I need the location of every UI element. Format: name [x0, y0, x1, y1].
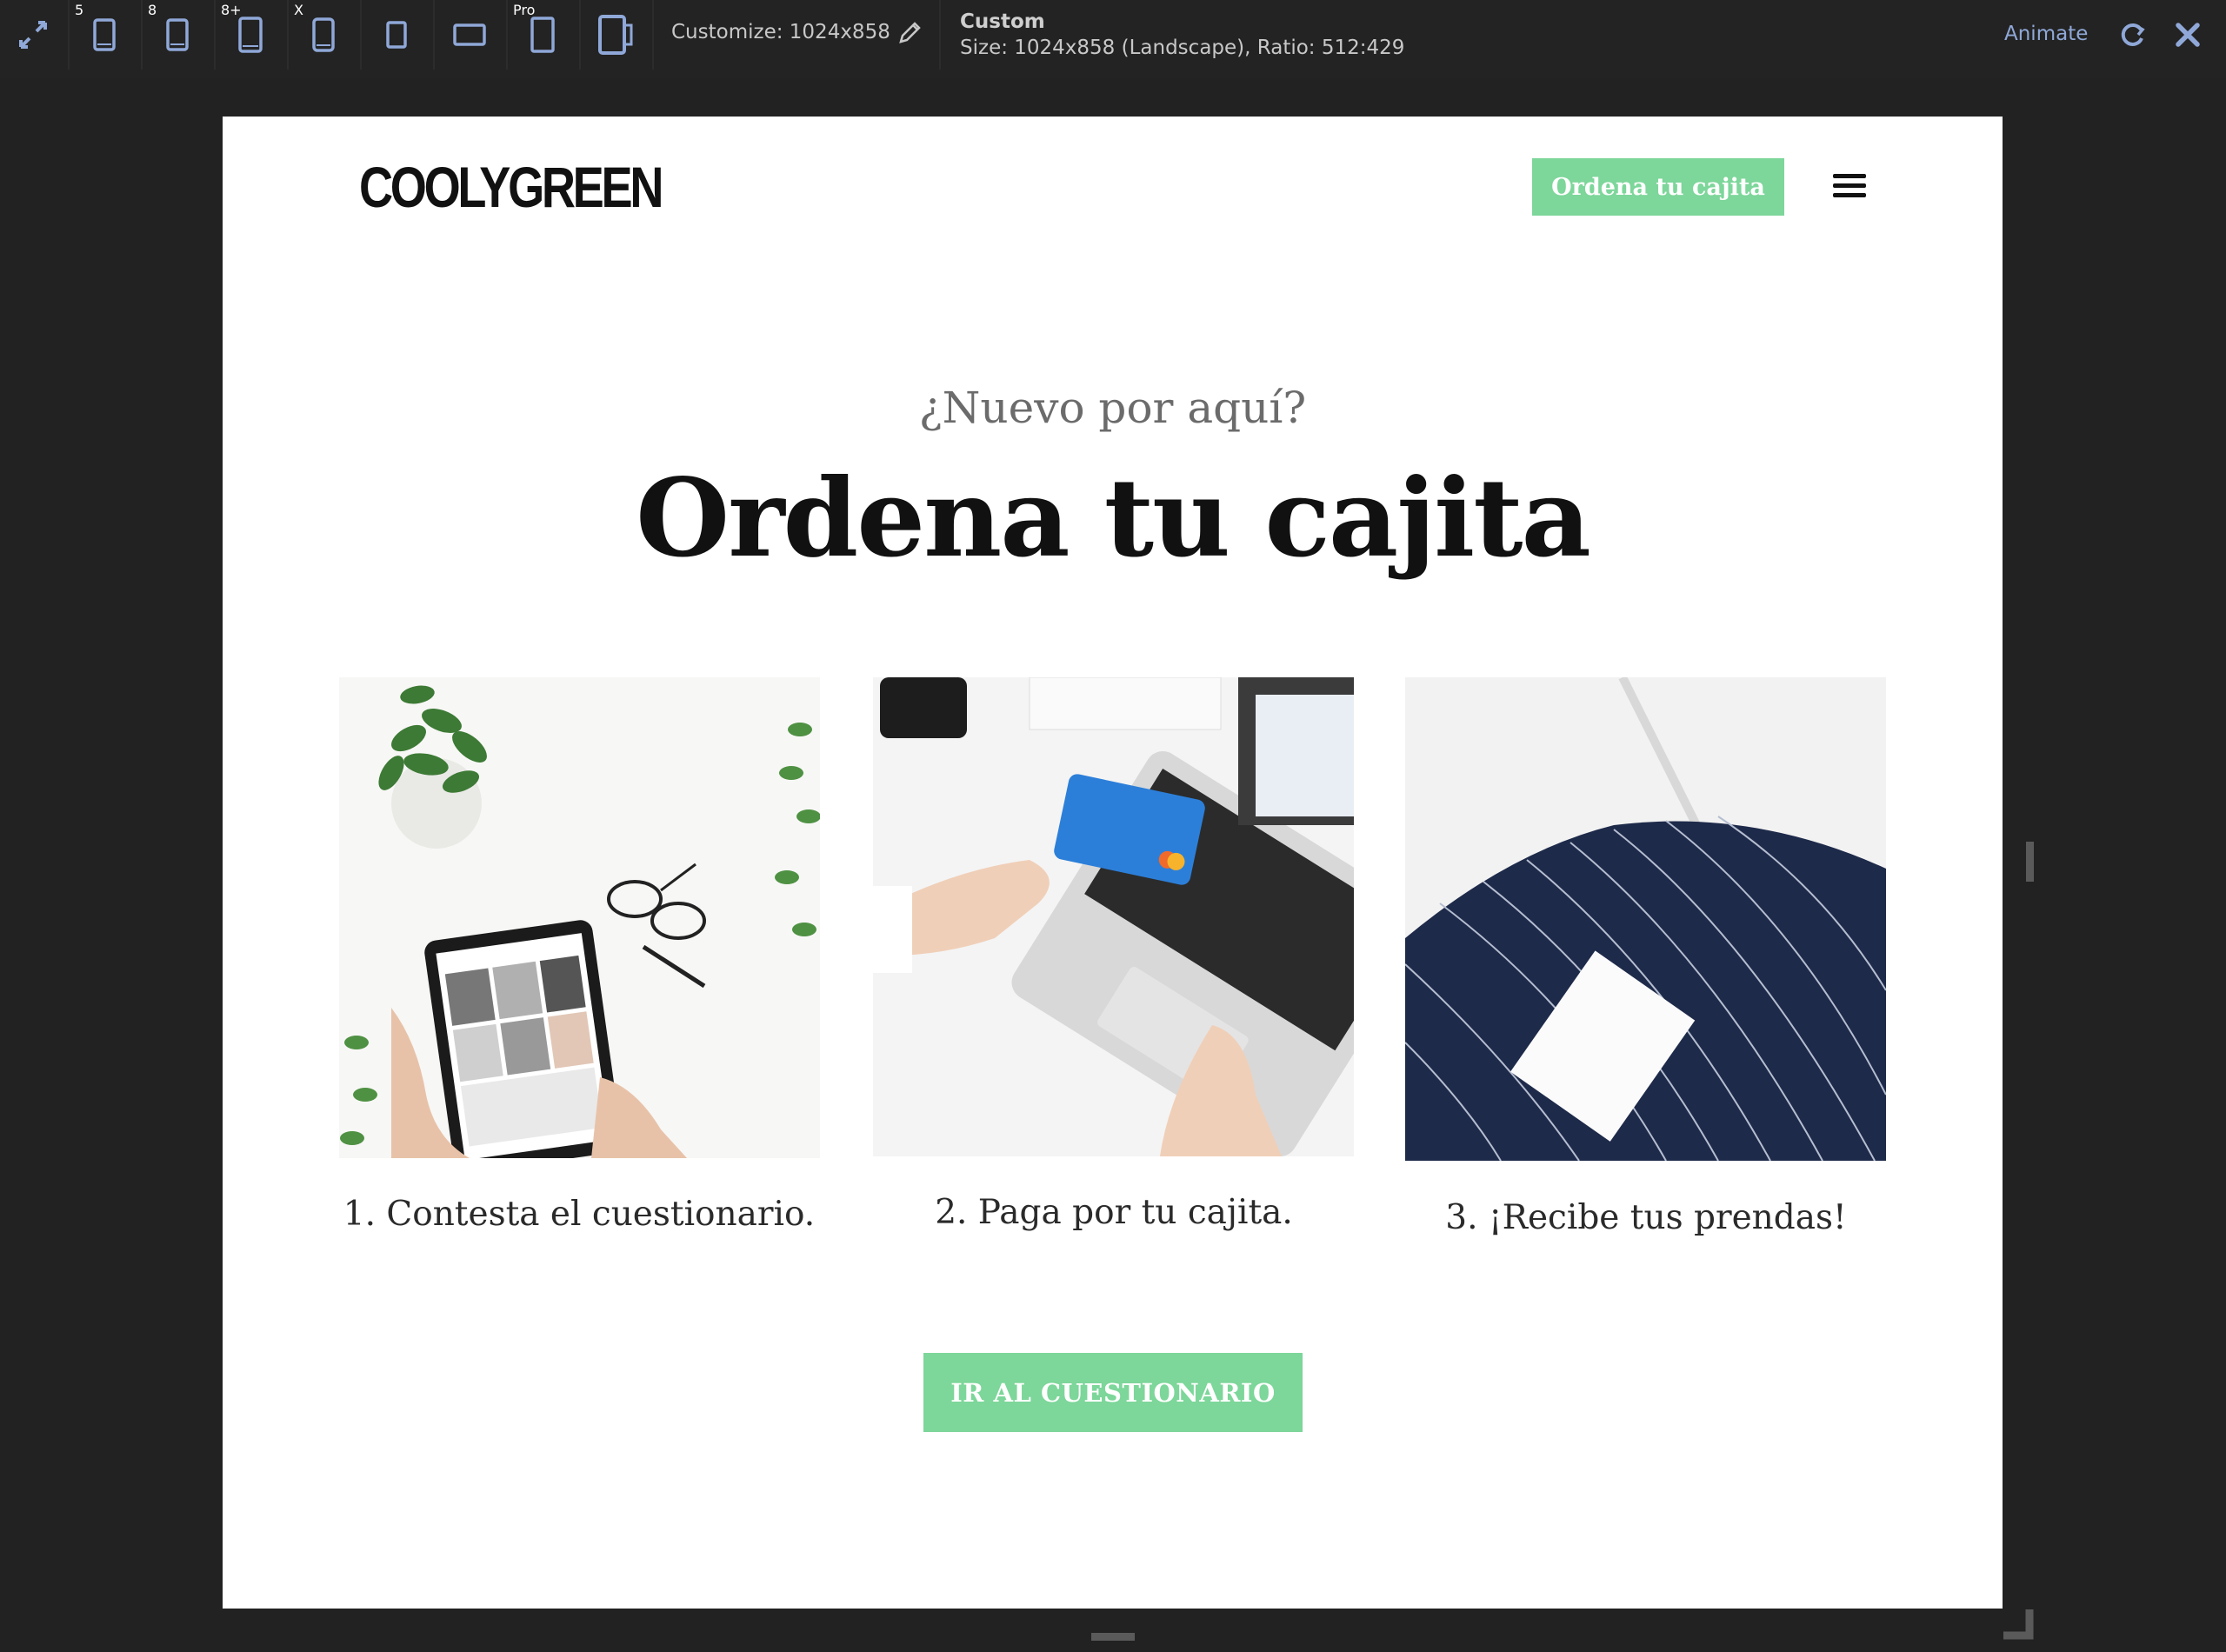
- device-label: 8: [148, 2, 157, 18]
- fullscreen-button[interactable]: [0, 0, 66, 70]
- step-1-label: 1. Contesta el cuestionario.: [343, 1195, 816, 1234]
- device-info-size: Size: 1024x858 (Landscape), Ratio: 512:4…: [960, 37, 1405, 59]
- animate-toggle[interactable]: Animate: [2004, 23, 2088, 45]
- custom-device-icon: [598, 15, 633, 55]
- tablet-icon: [530, 17, 555, 53]
- step-1-image: [339, 677, 820, 1158]
- step-2-label: 2. Paga por tu cajita.: [935, 1193, 1293, 1232]
- questionnaire-button[interactable]: IR AL CUESTIONARIO: [923, 1353, 1303, 1432]
- device-iphone-8-plus-button[interactable]: 8+: [216, 0, 285, 70]
- device-iphone-5-button[interactable]: 5: [70, 0, 139, 70]
- pencil-icon[interactable]: [897, 19, 923, 45]
- tablet-icon: [386, 21, 407, 49]
- phone-icon: [312, 17, 335, 52]
- step-3-image: [1405, 677, 1886, 1161]
- phone-icon: [166, 18, 189, 51]
- close-icon[interactable]: [2174, 21, 2202, 49]
- device-ipad-button[interactable]: [362, 0, 431, 70]
- expand-icon: [19, 21, 47, 49]
- menu-icon[interactable]: [1833, 174, 1866, 200]
- device-custom-button[interactable]: [581, 0, 650, 70]
- device-iphone-8-button[interactable]: 8: [143, 0, 212, 70]
- device-toolbar: 5 8 8+ X Pro Customize: 1024x858 Custom …: [0, 0, 2226, 78]
- resize-handle-right[interactable]: [2026, 842, 2034, 882]
- device-iphone-x-button[interactable]: X: [289, 0, 358, 70]
- rotate-icon[interactable]: [2117, 21, 2147, 50]
- customize-label[interactable]: Customize: 1024x858: [671, 21, 890, 43]
- section-headline: Ordena tu cajita: [636, 456, 1591, 582]
- section-eyebrow: ¿Nuevo por aquí?: [918, 383, 1307, 433]
- step-2-image: [873, 677, 1354, 1156]
- device-info-title: Custom: [960, 10, 1045, 33]
- resize-handle-corner[interactable]: [2003, 1609, 2038, 1644]
- device-label: X: [294, 2, 303, 18]
- device-ipad-landscape-button[interactable]: [435, 0, 504, 70]
- step-3-label: 3. ¡Recibe tus prendas!: [1445, 1198, 1847, 1237]
- phone-icon: [93, 18, 116, 51]
- preview-viewport: COOLYGREEN Ordena tu cajita ¿Nuevo por a…: [223, 117, 2003, 1609]
- device-ipad-pro-button[interactable]: Pro: [508, 0, 577, 70]
- device-label: 5: [75, 2, 84, 18]
- resize-handle-bottom[interactable]: [1091, 1633, 1135, 1641]
- tablet-landscape-icon: [453, 23, 486, 46]
- phone-icon: [238, 17, 263, 53]
- nav-order-button[interactable]: Ordena tu cajita: [1532, 158, 1784, 216]
- site-logo[interactable]: COOLYGREEN: [359, 158, 663, 216]
